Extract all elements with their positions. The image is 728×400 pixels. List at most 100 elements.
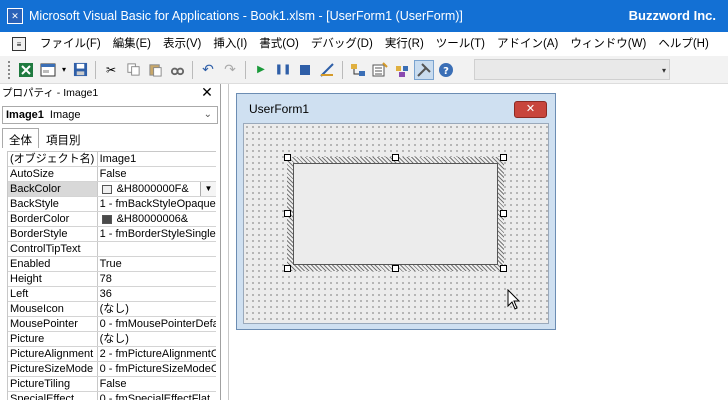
toolbar-position-box[interactable]: ▾: [474, 59, 670, 80]
paste-icon[interactable]: [145, 60, 165, 80]
property-row[interactable]: PictureAlignment 2 - fmPictureAlignmentC…: [8, 347, 216, 362]
resize-handle-bottom-left[interactable]: [284, 265, 291, 272]
property-value[interactable]: 2 - fmPictureAlignmentCenter: [98, 347, 216, 361]
property-row[interactable]: BorderColor &H80000006&: [8, 212, 216, 227]
property-row[interactable]: PictureSizeMode 0 - fmPictureSizeModeCli…: [8, 362, 216, 377]
property-value[interactable]: True: [98, 257, 216, 271]
property-row[interactable]: ControlTipText: [8, 242, 216, 257]
tab-alphabetic[interactable]: 全体: [2, 128, 39, 148]
property-name: BackColor: [8, 182, 98, 196]
property-value[interactable]: False: [98, 167, 216, 181]
vba-app-icon[interactable]: ✕: [7, 8, 23, 24]
menu-addins[interactable]: アドイン(A): [491, 32, 564, 56]
resize-handle-left[interactable]: [284, 210, 291, 217]
property-value[interactable]: &H8000000F& ▼: [98, 182, 216, 196]
resize-handle-top[interactable]: [392, 154, 399, 161]
redo-icon[interactable]: ↷: [220, 60, 240, 80]
property-value[interactable]: 0 - fmPictureSizeModeClip: [98, 362, 216, 376]
menu-debug[interactable]: デバッグ(D): [305, 32, 379, 56]
copy-icon[interactable]: [123, 60, 143, 80]
property-value[interactable]: False: [98, 377, 216, 391]
mouse-pointer-icon: [507, 289, 521, 310]
property-value[interactable]: [98, 242, 216, 256]
image1-control[interactable]: [293, 163, 498, 265]
menu-format[interactable]: 書式(O): [253, 32, 305, 56]
menu-edit[interactable]: 編集(E): [107, 32, 157, 56]
property-value[interactable]: 0 - fmMousePointerDefault: [98, 317, 216, 331]
property-name: MousePointer: [8, 317, 98, 331]
userform-close-button[interactable]: ✕: [514, 101, 547, 118]
property-name: AutoSize: [8, 167, 98, 181]
excel-icon[interactable]: [16, 60, 36, 80]
resize-handle-bottom[interactable]: [392, 265, 399, 272]
property-value[interactable]: 36: [98, 287, 216, 301]
insert-userform-icon[interactable]: [38, 60, 58, 80]
cut-icon[interactable]: ✂: [101, 60, 121, 80]
property-value-text: &H8000000F&: [116, 183, 189, 195]
svg-text:?: ?: [443, 66, 449, 77]
toolbar-grip[interactable]: [8, 60, 11, 79]
property-row[interactable]: Left 36: [8, 287, 216, 302]
property-value[interactable]: &H80000006&: [98, 212, 216, 226]
resize-handle-bottom-right[interactable]: [500, 265, 507, 272]
property-row[interactable]: MouseIcon (なし): [8, 302, 216, 317]
undo-icon[interactable]: ↶: [198, 60, 218, 80]
property-value[interactable]: (なし): [98, 332, 216, 346]
menu-run[interactable]: 実行(R): [379, 32, 430, 56]
run-icon[interactable]: ▶: [251, 60, 271, 80]
property-name: ControlTipText: [8, 242, 98, 256]
property-row[interactable]: Height 78: [8, 272, 216, 287]
menu-bar: ≡ ファイル(F) 編集(E) 表示(V) 挿入(I) 書式(O) デバッグ(D…: [0, 32, 728, 56]
design-mode-icon[interactable]: [317, 60, 337, 80]
menu-window[interactable]: ウィンドウ(W): [564, 32, 652, 56]
resize-handle-right[interactable]: [500, 210, 507, 217]
menu-tools[interactable]: ツール(T): [430, 32, 491, 56]
property-row[interactable]: SpecialEffect 0 - fmSpecialEffectFlat: [8, 392, 216, 400]
project-explorer-icon[interactable]: [348, 60, 368, 80]
menu-file[interactable]: ファイル(F): [34, 32, 107, 56]
property-value[interactable]: Image1: [98, 152, 216, 166]
menu-insert[interactable]: 挿入(I): [207, 32, 253, 56]
dropdown-arrow-icon[interactable]: ▾: [60, 60, 68, 80]
properties-icon[interactable]: [370, 60, 390, 80]
save-icon[interactable]: [70, 60, 90, 80]
properties-window: プロパティ - Image1 ✕ Image1 Image ⌄ 全体 項目別 (…: [0, 84, 221, 400]
property-row[interactable]: (オブジェクト名) Image1: [8, 152, 216, 167]
standard-toolbar: ▾ ✂ ↶ ↷ ▶ ❚❚ ? ▾: [0, 56, 728, 84]
property-row[interactable]: PictureTiling False: [8, 377, 216, 392]
userform-title: UserForm1: [249, 102, 310, 116]
property-row[interactable]: Picture (なし): [8, 332, 216, 347]
toolbox-icon[interactable]: [414, 59, 434, 80]
property-row[interactable]: BorderStyle 1 - fmBorderStyleSingle: [8, 227, 216, 242]
property-value[interactable]: 1 - fmBorderStyleSingle: [98, 227, 216, 241]
tab-categorized[interactable]: 項目別: [39, 128, 88, 148]
break-icon[interactable]: ❚❚: [273, 60, 293, 80]
find-icon[interactable]: [167, 60, 187, 80]
chevron-down-icon: ▾: [661, 66, 666, 75]
property-row[interactable]: MousePointer 0 - fmMousePointerDefault: [8, 317, 216, 332]
toolbar-separator: [245, 60, 246, 79]
system-menu-icon[interactable]: ≡: [12, 37, 26, 51]
property-value[interactable]: 1 - fmBackStyleOpaque: [98, 197, 216, 211]
menu-help[interactable]: ヘルプ(H): [652, 32, 714, 56]
reset-icon[interactable]: [295, 60, 315, 80]
resize-handle-top-left[interactable]: [284, 154, 291, 161]
menu-view[interactable]: 表示(V): [157, 32, 207, 56]
object-browser-icon[interactable]: [392, 60, 412, 80]
properties-title: プロパティ - Image1: [2, 87, 99, 99]
properties-title-bar: プロパティ - Image1 ✕: [0, 84, 220, 101]
property-row[interactable]: BackColor &H8000000F& ▼: [8, 182, 216, 197]
property-name: PictureTiling: [8, 377, 98, 391]
property-row[interactable]: AutoSize False: [8, 167, 216, 182]
help-icon[interactable]: ?: [436, 60, 456, 80]
property-row[interactable]: BackStyle 1 - fmBackStyleOpaque: [8, 197, 216, 212]
property-row[interactable]: Enabled True: [8, 257, 216, 272]
toolbar-separator: [342, 60, 343, 79]
chevron-down-icon[interactable]: ▼: [200, 182, 216, 196]
property-value[interactable]: (なし): [98, 302, 216, 316]
property-value[interactable]: 0 - fmSpecialEffectFlat: [98, 392, 216, 400]
object-selector[interactable]: Image1 Image ⌄: [2, 106, 218, 124]
resize-handle-top-right[interactable]: [500, 154, 507, 161]
close-icon[interactable]: ✕: [200, 84, 214, 100]
property-value[interactable]: 78: [98, 272, 216, 286]
